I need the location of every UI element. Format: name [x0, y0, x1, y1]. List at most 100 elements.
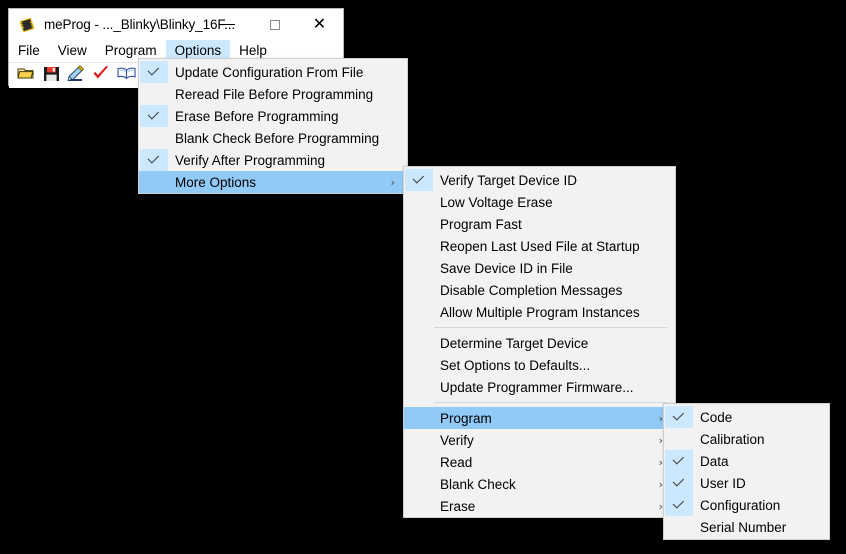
menu-item-label: Allow Multiple Program Instances — [440, 304, 640, 320]
close-icon: ✕ — [312, 15, 327, 33]
menu-item-label: Verify After Programming — [175, 152, 326, 168]
menu-item-disable-completion-messages[interactable]: Disable Completion Messages — [404, 279, 675, 301]
menu-item-label: Determine Target Device — [440, 335, 589, 351]
menu-item-update-programmer-firmware[interactable]: Update Programmer Firmware... — [404, 376, 675, 398]
menu-item-label: Update Programmer Firmware... — [440, 379, 634, 395]
check-indicator — [405, 235, 433, 257]
ic-chip-icon — [18, 17, 36, 33]
menu-item-label: User ID — [700, 475, 746, 491]
menu-item-label: Reread File Before Programming — [175, 86, 374, 102]
check-indicator — [140, 105, 168, 127]
check-indicator — [665, 428, 693, 450]
verify-icon — [92, 65, 110, 87]
menu-item-reopen-last-used-file-at-startup[interactable]: Reopen Last Used File at Startup — [404, 235, 675, 257]
menu-item-read[interactable]: Read › — [404, 451, 675, 473]
check-indicator — [665, 450, 693, 472]
menu-item-determine-target-device[interactable]: Determine Target Device — [404, 332, 675, 354]
menubar-item-file[interactable]: File — [9, 40, 49, 61]
menu-item-label: Code — [700, 409, 733, 425]
check-indicator — [405, 473, 433, 495]
check-indicator — [665, 516, 693, 538]
menu-item-calibration[interactable]: Calibration — [664, 428, 829, 450]
check-indicator — [140, 171, 168, 193]
open-file-icon — [17, 65, 35, 86]
verify-button[interactable] — [90, 65, 112, 87]
menu-item-low-voltage-erase[interactable]: Low Voltage Erase — [404, 191, 675, 213]
check-indicator — [405, 376, 433, 398]
menu-item-erase-before-programming[interactable]: Erase Before Programming — [139, 105, 407, 127]
menu-more-options-submenu: Verify Target Device ID Low Voltage Eras… — [403, 166, 676, 518]
menubar-item-label: Program — [104, 43, 157, 58]
check-indicator — [405, 495, 433, 517]
menu-item-label: Disable Completion Messages — [440, 282, 623, 298]
menu-item-code[interactable]: Code — [664, 406, 829, 428]
menu-item-label: Low Voltage Erase — [440, 194, 553, 210]
menu-item-label: Data — [700, 453, 729, 469]
title-bar[interactable]: meProg - ..._Blinky\Blinky_16F... ✕ — [9, 9, 343, 40]
save-file-button[interactable] — [40, 65, 62, 87]
menu-item-update-configuration-from-file[interactable]: Update Configuration From File — [139, 61, 407, 83]
menu-item-label: Erase Before Programming — [175, 108, 339, 124]
check-indicator — [665, 472, 693, 494]
check-indicator — [405, 332, 433, 354]
menu-item-erase[interactable]: Erase › — [404, 495, 675, 517]
menu-item-verify[interactable]: Verify › — [404, 429, 675, 451]
close-button[interactable]: ✕ — [297, 9, 342, 40]
menu-item-serial-number[interactable]: Serial Number — [664, 516, 829, 538]
check-indicator — [405, 429, 433, 451]
menu-item-label: Blank Check Before Programming — [175, 130, 380, 146]
menu-item-label: Read — [440, 454, 473, 470]
maximize-icon — [269, 19, 280, 30]
menubar-item-label: File — [18, 43, 40, 58]
minimize-icon — [224, 24, 235, 25]
check-indicator — [140, 61, 168, 83]
menubar-item-label: Options — [174, 43, 222, 58]
menu-item-program-fast[interactable]: Program Fast — [404, 213, 675, 235]
menu-item-more-options[interactable]: More Options › — [139, 171, 407, 193]
check-indicator — [140, 127, 168, 149]
minimize-button[interactable] — [207, 9, 252, 40]
program-device-icon — [67, 64, 85, 87]
check-indicator — [405, 451, 433, 473]
program-device-button[interactable] — [65, 64, 87, 87]
menu-separator — [434, 402, 667, 403]
open-file-button[interactable] — [15, 65, 37, 87]
maximize-button[interactable] — [252, 9, 297, 40]
menu-item-label: Reopen Last Used File at Startup — [440, 238, 640, 254]
menu-separator — [434, 327, 667, 328]
menu-item-label: Verify — [440, 432, 474, 448]
menu-item-label: Erase — [440, 498, 476, 514]
check-indicator — [405, 169, 433, 191]
menu-item-user-id[interactable]: User ID — [664, 472, 829, 494]
check-indicator — [140, 149, 168, 171]
check-indicator — [665, 406, 693, 428]
menu-item-set-options-to-defaults[interactable]: Set Options to Defaults... — [404, 354, 675, 376]
check-indicator — [405, 301, 433, 323]
menu-item-data[interactable]: Data — [664, 450, 829, 472]
menu-item-blank-check[interactable]: Blank Check › — [404, 473, 675, 495]
menu-item-label: Blank Check — [440, 476, 516, 492]
menu-item-configuration[interactable]: Configuration — [664, 494, 829, 516]
menu-item-verify-after-programming[interactable]: Verify After Programming — [139, 149, 407, 171]
menu-item-label: Program Fast — [440, 216, 522, 232]
menu-item-reread-file-before-programming[interactable]: Reread File Before Programming — [139, 83, 407, 105]
menu-program-submenu: Code Calibration Data User ID Configurat… — [663, 403, 830, 540]
check-indicator — [405, 213, 433, 235]
menubar-item-view[interactable]: View — [49, 40, 96, 61]
menu-item-allow-multiple-program-instances[interactable]: Allow Multiple Program Instances — [404, 301, 675, 323]
menu-item-label: Configuration — [700, 497, 781, 513]
menu-item-verify-target-device-id[interactable]: Verify Target Device ID — [404, 169, 675, 191]
save-file-icon — [43, 65, 60, 87]
menu-item-label: More Options — [175, 174, 257, 190]
check-indicator — [405, 257, 433, 279]
menu-item-label: Set Options to Defaults... — [440, 357, 591, 373]
menu-item-save-device-id-in-file[interactable]: Save Device ID in File — [404, 257, 675, 279]
menu-item-program[interactable]: Program › — [404, 407, 675, 429]
read-device-button[interactable] — [115, 65, 137, 87]
menu-item-label: Serial Number — [700, 519, 787, 535]
menu-item-blank-check-before-programming[interactable]: Blank Check Before Programming — [139, 127, 407, 149]
menu-item-label: Calibration — [700, 431, 765, 447]
check-indicator — [405, 407, 433, 429]
menu-item-label: Save Device ID in File — [440, 260, 573, 276]
menu-item-label: Update Configuration From File — [175, 64, 364, 80]
